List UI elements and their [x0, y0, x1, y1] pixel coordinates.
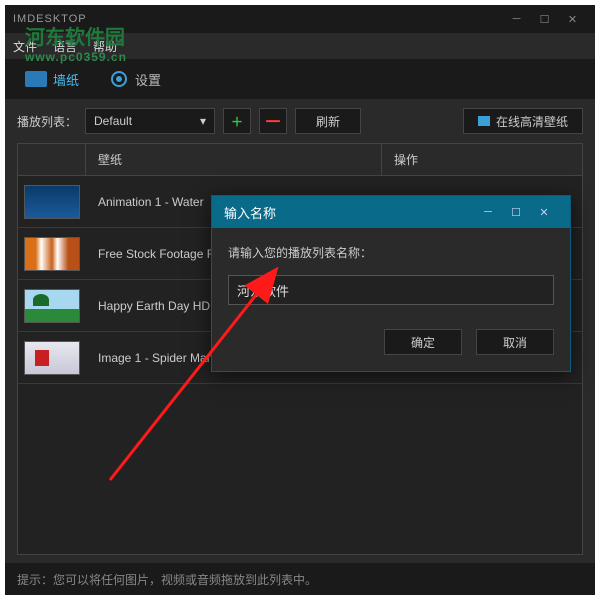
- tab-bar: 墙纸 设置: [5, 59, 595, 99]
- menu-language[interactable]: 语言: [53, 38, 77, 55]
- dialog-title: 输入名称: [224, 203, 276, 222]
- maximize-icon[interactable]: ☐: [531, 10, 559, 28]
- playlist-label: 播放列表：: [17, 113, 77, 130]
- titlebar: IMDESKTOP ─ ☐ ✕: [5, 5, 595, 33]
- menu-help[interactable]: 帮助: [93, 38, 117, 55]
- tab-wallpaper[interactable]: 墙纸: [15, 64, 89, 95]
- dialog-minimize-icon[interactable]: ─: [474, 202, 502, 222]
- menubar: 文件 语言 帮助: [5, 33, 595, 59]
- dialog-buttons: 确定 取消: [212, 321, 570, 371]
- col-name: 壁纸: [86, 144, 382, 175]
- add-playlist-button[interactable]: ＋: [223, 108, 251, 134]
- menu-file[interactable]: 文件: [13, 38, 37, 55]
- dialog-titlebar: 输入名称 ─ ☐ ✕: [212, 196, 570, 228]
- col-actions: 操作: [382, 144, 582, 175]
- footer: 提示：您可以将任何图片，视频或音频拖放到此列表中。: [5, 563, 595, 595]
- dialog-body: 请输入您的播放列表名称：: [212, 228, 570, 321]
- dialog-close-icon[interactable]: ✕: [530, 202, 558, 222]
- online-wallpaper-button[interactable]: 在线高清壁纸: [463, 108, 583, 134]
- toolbar: 播放列表： Default ▾ ＋ － 刷新 在线高清壁纸: [5, 99, 595, 143]
- chevron-down-icon: ▾: [200, 114, 206, 128]
- dialog-maximize-icon[interactable]: ☐: [502, 202, 530, 222]
- table-header: 壁纸 操作: [18, 144, 582, 176]
- row-thumbnail: [24, 341, 80, 375]
- gear-icon: [109, 69, 129, 89]
- close-icon[interactable]: ✕: [559, 10, 587, 28]
- wallpaper-icon: [25, 71, 47, 87]
- minimize-icon[interactable]: ─: [503, 10, 531, 28]
- delete-playlist-button[interactable]: －: [259, 108, 287, 134]
- dialog-prompt: 请输入您的播放列表名称：: [228, 244, 554, 261]
- row-thumbnail: [24, 289, 80, 323]
- app-title: IMDESKTOP: [13, 13, 87, 25]
- refresh-button[interactable]: 刷新: [295, 108, 361, 134]
- playlist-dropdown[interactable]: Default ▾: [85, 108, 215, 134]
- row-thumbnail: [24, 237, 80, 271]
- row-thumbnail: [24, 185, 80, 219]
- input-dialog: 输入名称 ─ ☐ ✕ 请输入您的播放列表名称： 确定 取消: [211, 195, 571, 372]
- monitor-icon: [478, 116, 490, 126]
- col-thumb: [18, 144, 86, 175]
- footer-hint: 提示：您可以将任何图片，视频或音频拖放到此列表中。: [17, 571, 317, 588]
- dialog-cancel-button[interactable]: 取消: [476, 329, 554, 355]
- dialog-input[interactable]: [228, 275, 554, 305]
- dialog-ok-button[interactable]: 确定: [384, 329, 462, 355]
- tab-settings[interactable]: 设置: [99, 63, 171, 95]
